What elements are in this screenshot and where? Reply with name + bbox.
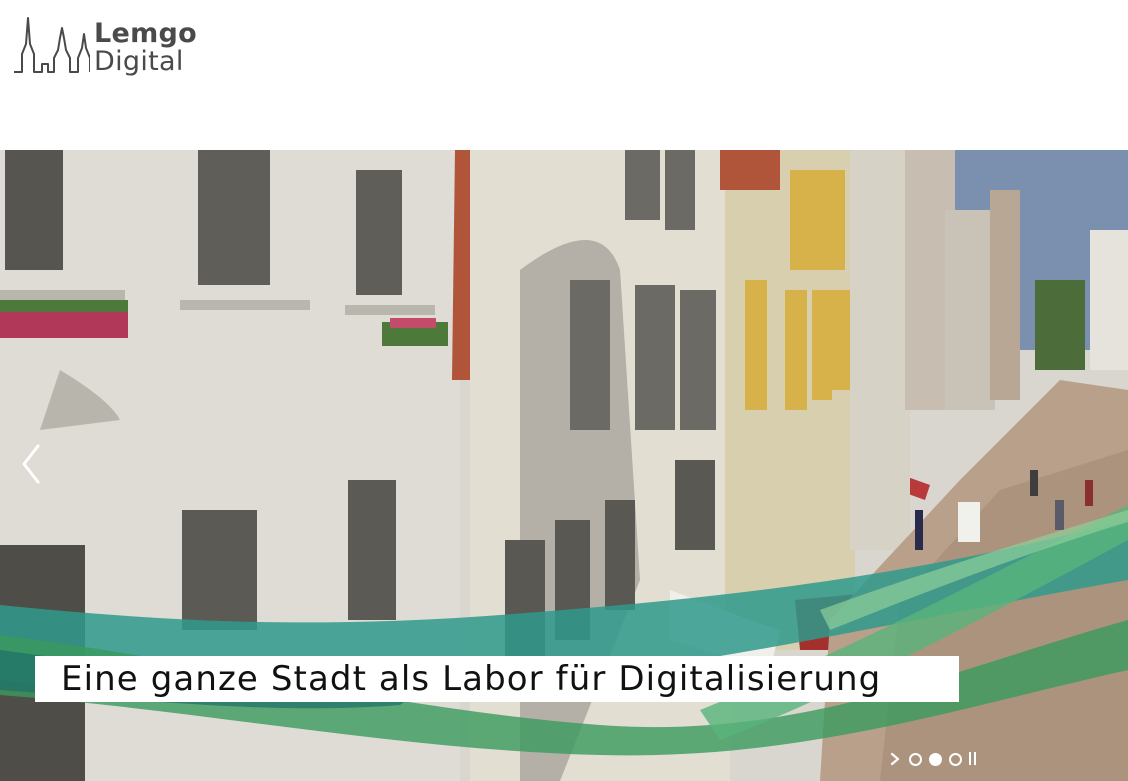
logo-wordmark: Lemgo Digital	[94, 20, 197, 75]
pause-icon[interactable]	[969, 752, 981, 766]
slide-dot-1[interactable]	[909, 752, 922, 766]
slider-prev-button[interactable]	[18, 442, 46, 486]
slide-dot-2[interactable]	[929, 752, 942, 766]
slide-dot-3[interactable]	[949, 752, 962, 766]
hero-slider: Eine ganze Stadt als Labor für Digitalis…	[0, 150, 1128, 781]
chevron-left-icon	[22, 444, 40, 484]
site-logo[interactable]: Lemgo Digital	[12, 14, 197, 80]
church-towers-logo-icon	[14, 17, 90, 73]
chevron-right-icon	[890, 752, 900, 766]
slider-next-button[interactable]	[888, 752, 902, 766]
hero-caption-box: Eine ganze Stadt als Labor für Digitalis…	[35, 656, 959, 702]
logo-line-2: Digital	[94, 46, 184, 77]
site-header: Lemgo Digital	[0, 0, 1128, 150]
slider-controls	[888, 750, 981, 768]
hero-caption: Eine ganze Stadt als Labor für Digitalis…	[61, 659, 882, 699]
logo-line-1: Lemgo	[94, 18, 198, 49]
